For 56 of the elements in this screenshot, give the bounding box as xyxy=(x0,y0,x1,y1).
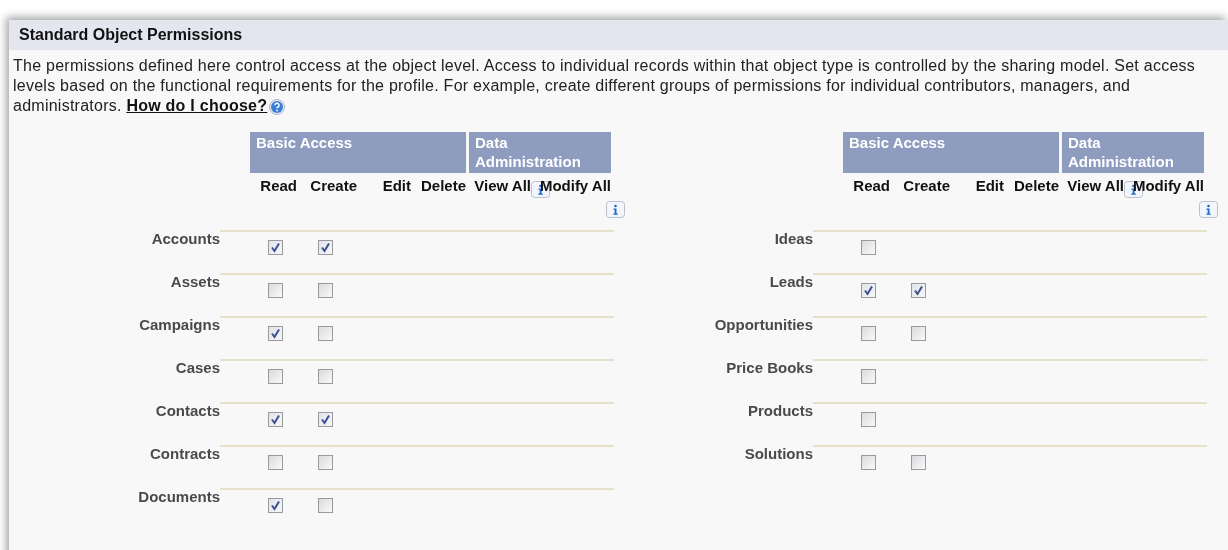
help-icon[interactable] xyxy=(269,98,286,115)
column-header: Delete xyxy=(420,177,466,194)
object-label: Opportunities xyxy=(714,316,813,333)
object-label: Assets xyxy=(170,273,220,290)
column-header: Create xyxy=(903,177,950,194)
checkbox[interactable] xyxy=(861,455,876,470)
column-header: Edit xyxy=(975,177,1004,194)
object-label: Contacts xyxy=(155,402,220,419)
checkbox[interactable] xyxy=(268,283,283,298)
checkbox[interactable] xyxy=(911,283,926,298)
group-header: Data Administration xyxy=(469,132,611,173)
checkbox[interactable] xyxy=(268,412,283,427)
checkbox[interactable] xyxy=(911,455,926,470)
checkbox[interactable] xyxy=(268,498,283,513)
object-label: Solutions xyxy=(744,445,813,462)
column-header: View All xyxy=(474,177,531,194)
checkbox[interactable] xyxy=(268,240,283,255)
checkbox[interactable] xyxy=(861,326,876,341)
group-header: Basic Access xyxy=(843,132,1059,173)
checkbox[interactable] xyxy=(268,455,283,470)
checkbox[interactable] xyxy=(318,326,333,341)
column-header: Read xyxy=(260,177,297,194)
object-label: Cases xyxy=(175,359,220,376)
object-label: Products xyxy=(748,402,813,419)
checkbox[interactable] xyxy=(318,498,333,513)
checkbox[interactable] xyxy=(318,369,333,384)
checkbox[interactable] xyxy=(318,240,333,255)
column-header: View All xyxy=(1067,177,1124,194)
column-header: Modify All xyxy=(539,177,611,194)
object-label: Campaigns xyxy=(139,316,220,333)
object-label: Documents xyxy=(138,488,220,505)
description-text: The permissions defined here control access at the object level. Access to individual records within that object type is controlled by the sharing model. Set access levels based on the functional requirements for the profile. For example, create different groups of permissions for individual contributors, managers, and administrators. How do I choose? xyxy=(13,56,1197,116)
checkbox[interactable] xyxy=(861,240,876,255)
column-header: Read xyxy=(853,177,890,194)
checkbox[interactable] xyxy=(861,283,876,298)
object-label: Contracts xyxy=(150,445,220,462)
section-title: Standard Object Permissions xyxy=(19,26,243,44)
object-label: Accounts xyxy=(151,230,220,247)
checkbox[interactable] xyxy=(911,326,926,341)
checkbox[interactable] xyxy=(318,455,333,470)
help-link[interactable]: How do I choose? xyxy=(126,97,268,114)
checkbox[interactable] xyxy=(268,326,283,341)
object-label: Ideas xyxy=(774,230,813,247)
checkbox[interactable] xyxy=(861,369,876,384)
group-header: Basic Access xyxy=(250,132,466,173)
checkbox[interactable] xyxy=(861,412,876,427)
object-label: Leads xyxy=(769,273,813,290)
object-label: Price Books xyxy=(726,359,813,376)
column-header: Delete xyxy=(1013,177,1059,194)
group-header: Data Administration xyxy=(1062,132,1204,173)
checkbox[interactable] xyxy=(268,369,283,384)
column-header: Edit xyxy=(382,177,411,194)
checkbox[interactable] xyxy=(318,283,333,298)
column-header: Modify All xyxy=(1132,177,1204,194)
checkbox[interactable] xyxy=(318,412,333,427)
column-header: Create xyxy=(310,177,357,194)
